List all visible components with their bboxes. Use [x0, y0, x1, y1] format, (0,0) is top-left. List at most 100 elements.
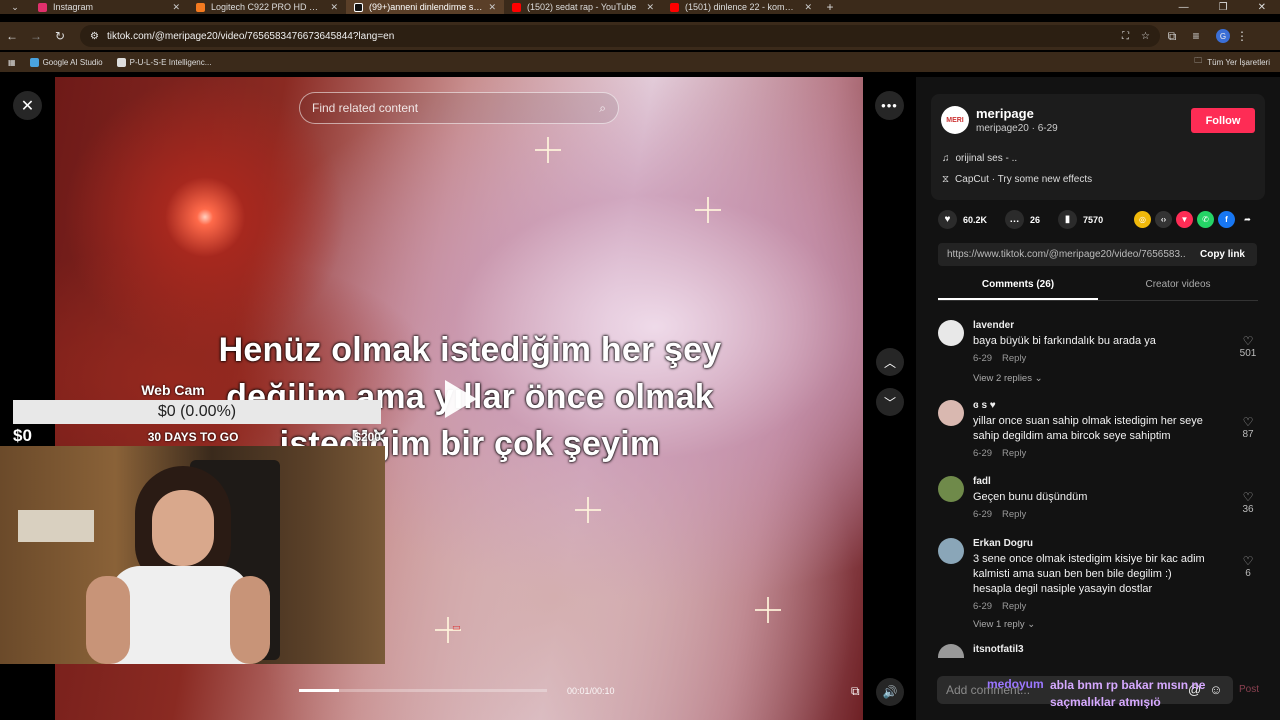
whatsapp-icon[interactable]: ✆ [1197, 211, 1214, 228]
tab-search-chevron-icon[interactable]: ⌄ [0, 2, 30, 13]
reply-button[interactable]: Reply [1002, 448, 1026, 459]
commenter-name[interactable]: Erkan Dogru [973, 538, 1033, 549]
music-note-icon: ♫ [942, 153, 950, 164]
reply-button[interactable]: Reply [1002, 509, 1026, 520]
commenter-avatar[interactable] [938, 400, 964, 426]
browser-tab-logitech[interactable]: Logitech C922 PRO HD Web Ka ✕ [188, 0, 346, 14]
comment-like-count: 36 [1242, 504, 1254, 515]
bookmark-pulse[interactable]: P-U-L-S-E Intelligenc... [116, 57, 211, 67]
commenter-name[interactable]: fadl [973, 476, 991, 487]
video-progress-bar[interactable] [299, 689, 547, 692]
find-related-search[interactable]: Find related content ⌕ [299, 92, 619, 124]
bookmark-google-ai-studio[interactable]: Google AI Studio [29, 57, 103, 67]
previous-video-button[interactable]: ︿ [876, 348, 904, 376]
translate-icon[interactable]: ⛶ [1122, 31, 1129, 42]
author-name[interactable]: meripage [976, 106, 1034, 121]
author-avatar[interactable]: MERI [941, 106, 969, 134]
tab-comments[interactable]: Comments (26) [938, 279, 1098, 300]
restore-icon[interactable]: ❐ [1219, 2, 1228, 13]
comment-like[interactable]: ♡ 87 [1236, 415, 1260, 440]
heart-outline-icon: ♡ [1242, 490, 1254, 504]
forward-icon[interactable]: → [24, 29, 48, 43]
commenter-name[interactable]: ɞ s ♥ [973, 400, 996, 411]
close-tab-icon[interactable]: ✕ [330, 2, 338, 13]
commenter-avatar[interactable] [938, 476, 964, 502]
commenter-avatar[interactable] [938, 320, 964, 346]
view-replies-button[interactable]: View 2 replies ⌄ [973, 373, 1043, 384]
reply-button[interactable]: Reply [1002, 353, 1026, 364]
heart-outline-icon: ♡ [1242, 334, 1254, 348]
browser-tab-tiktok[interactable]: (99+)anneni dinlendirme seans ✕ [346, 0, 504, 14]
follow-button[interactable]: Follow [1191, 108, 1255, 133]
comment-meta: 6-29 Reply [973, 509, 1026, 520]
comment-like[interactable]: ♡ 501 [1236, 334, 1260, 359]
effect-label: CapCut · Try some new effects [955, 174, 1093, 185]
search-icon[interactable]: ⌕ [599, 101, 606, 116]
comment-date: 6-29 [973, 509, 993, 520]
comment-bubble-icon[interactable]: … [1005, 210, 1025, 229]
embed-icon[interactable]: ‹› [1155, 211, 1172, 228]
streamer-webcam [0, 446, 385, 664]
close-tab-icon[interactable]: ✕ [172, 2, 180, 13]
play-icon[interactable] [445, 380, 477, 418]
apps-grid-icon[interactable]: ▦ [8, 58, 16, 67]
site-info-icon[interactable]: ⚙ [90, 31, 99, 42]
new-tab-button[interactable]: + [820, 0, 840, 14]
comment-like[interactable]: ♡ 36 [1236, 490, 1260, 515]
send-icon[interactable]: ▼ [1176, 211, 1193, 228]
reply-button[interactable]: Reply [1002, 601, 1026, 612]
view-replies-label: View 1 reply [973, 619, 1025, 630]
close-video-button[interactable]: ✕ [13, 91, 42, 120]
comment-like-count: 501 [1239, 348, 1257, 359]
commenter-avatar[interactable] [938, 644, 964, 658]
close-tab-icon[interactable]: ✕ [646, 2, 654, 13]
reload-icon[interactable]: ↻ [48, 29, 72, 43]
donation-progress-bar: $0 (0.00%) [13, 400, 381, 424]
facebook-icon[interactable]: f [1218, 211, 1235, 228]
menu-icon[interactable]: ⋮ [1230, 29, 1254, 43]
commenter-name[interactable]: lavender [973, 320, 1014, 331]
panel-tabs: Comments (26) Creator videos [938, 279, 1258, 301]
all-bookmarks[interactable]: 🗀 Tüm Yer İşaretleri [1194, 55, 1280, 69]
minimize-icon[interactable]: — [1179, 2, 1189, 13]
share-arrow-icon[interactable]: ➦ [1239, 211, 1256, 228]
comment-like-count: 6 [1245, 568, 1251, 579]
omnibox-actions: ⛶ ☆ [1122, 31, 1150, 42]
close-window-icon[interactable]: ✕ [1258, 2, 1266, 13]
browser-tab-youtube-2[interactable]: (1501) dinlence 22 - komplo te ✕ [662, 0, 820, 14]
copy-link-button[interactable]: Copy link [1200, 249, 1257, 260]
commenter-name[interactable]: itsnotfatil3 [973, 644, 1024, 655]
youtube-icon [512, 2, 521, 12]
next-video-button[interactable]: ﹀ [876, 388, 904, 416]
tab-creator-videos[interactable]: Creator videos [1098, 279, 1258, 300]
effect-row[interactable]: ⧖ CapCut · Try some new effects [942, 174, 1092, 185]
music-row[interactable]: ♫ orijinal ses - .. [942, 153, 1017, 164]
comment-like[interactable]: ♡ 6 [1236, 554, 1260, 579]
more-options-button[interactable]: ••• [875, 91, 904, 120]
bookmark-icon[interactable]: ▮ [1058, 210, 1078, 229]
like-heart-icon[interactable]: ♥ [938, 210, 957, 229]
address-bar[interactable]: ⚙ tiktok.com/@meripage20/video/765658347… [80, 25, 1160, 47]
repost-icon[interactable]: ◎ [1134, 211, 1151, 228]
browser-tab-youtube-1[interactable]: (1502) sedat rap - YouTube ✕ [504, 0, 662, 14]
back-icon[interactable]: ← [0, 29, 24, 43]
comment-item: lavender baya büyük bi farkındalık bu ar… [938, 318, 1260, 398]
close-tab-icon[interactable]: ✕ [804, 2, 812, 13]
bookmark-star-icon[interactable]: ☆ [1141, 31, 1150, 42]
instagram-icon [38, 2, 47, 12]
comment-meta: 6-29 Reply [973, 601, 1026, 612]
sparkle-decoration [575, 497, 601, 523]
donation-goal-amount: $200 [354, 430, 381, 444]
emoji-icon[interactable]: ☺ [1209, 682, 1222, 697]
volume-button[interactable]: 🔊 [876, 678, 904, 706]
commenter-avatar[interactable] [938, 538, 964, 564]
view-replies-button[interactable]: View 1 reply ⌄ [973, 619, 1035, 630]
browser-tab-instagram[interactable]: Instagram ✕ [30, 0, 188, 14]
post-comment-button[interactable]: Post [1239, 684, 1259, 695]
tab-search-icon[interactable]: ≡ [1184, 29, 1208, 43]
profile-avatar[interactable]: G [1216, 29, 1230, 43]
floating-player-icon[interactable]: ⧉ [851, 684, 860, 699]
extensions-icon[interactable]: ⧉ [1160, 29, 1184, 44]
search-placeholder: Find related content [312, 101, 419, 115]
close-tab-icon[interactable]: ✕ [488, 2, 496, 13]
